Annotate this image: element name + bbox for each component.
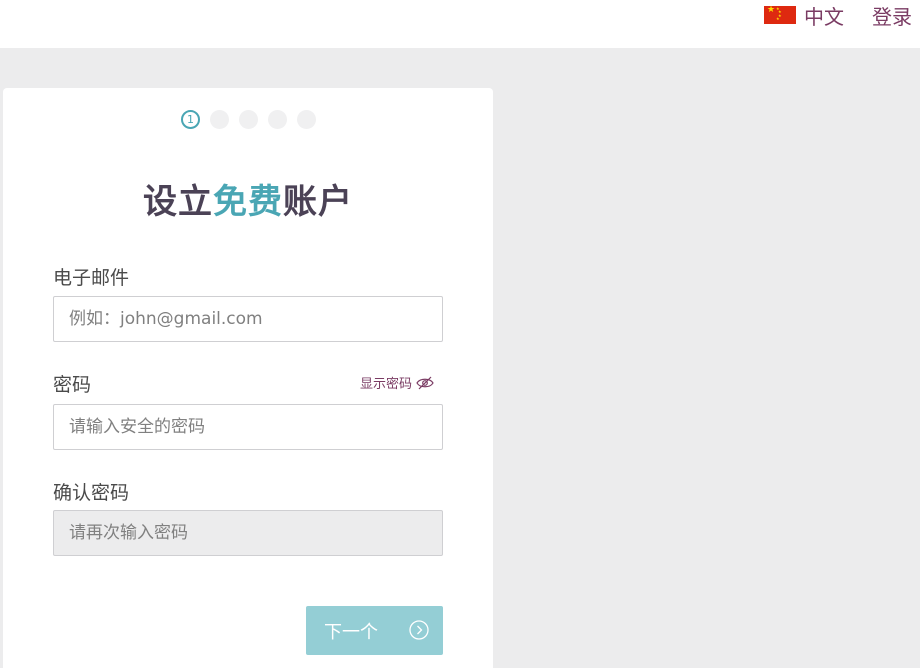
email-label: 电子邮件 <box>53 267 130 289</box>
step-4 <box>268 110 287 129</box>
password-label: 密码 <box>53 374 92 396</box>
china-flag-icon: ★ ★ ★ ★ ★ <box>764 6 796 24</box>
email-field[interactable] <box>53 296 443 342</box>
title-part-2: 免费 <box>213 182 283 222</box>
language-selector[interactable]: ★ ★ ★ ★ ★ 中文 <box>764 0 844 30</box>
confirm-password-label: 确认密码 <box>53 482 130 504</box>
step-indicator: 1 <box>181 110 316 129</box>
step-5 <box>297 110 316 129</box>
step-3 <box>239 110 258 129</box>
top-bar: ★ ★ ★ ★ ★ 中文 登录 <box>0 0 920 48</box>
step-2 <box>210 110 229 129</box>
title-part-3: 账户 <box>283 182 353 222</box>
show-password-toggle[interactable]: 显示密码 <box>360 373 434 392</box>
eye-slash-icon <box>416 376 434 389</box>
show-password-label: 显示密码 <box>360 377 413 392</box>
password-field[interactable] <box>53 404 443 450</box>
confirm-password-field[interactable] <box>53 510 443 556</box>
signup-card: 1 设立免费账户 电子邮件 密码 显示密码 确认密码 下一个 <box>3 88 493 668</box>
next-button[interactable]: 下一个 <box>306 606 443 655</box>
next-button-label: 下一个 <box>324 621 378 643</box>
language-label: 中文 <box>804 4 844 29</box>
chevron-right-circle-icon <box>409 620 429 640</box>
title-part-1: 设立 <box>143 182 213 222</box>
login-link[interactable]: 登录 <box>872 0 912 30</box>
page-title: 设立免费账户 <box>3 174 493 223</box>
step-1: 1 <box>181 110 200 129</box>
